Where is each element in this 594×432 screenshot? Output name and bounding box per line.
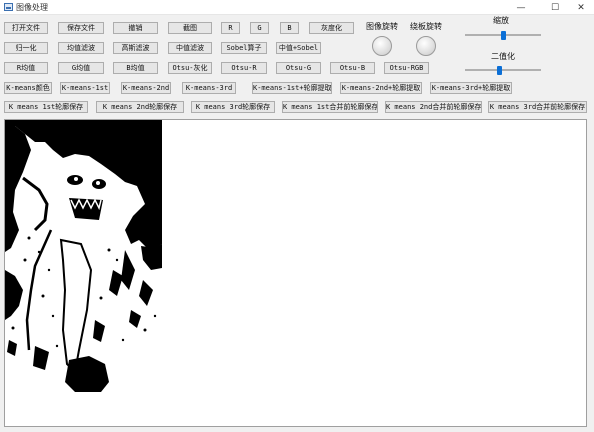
kmeans-color-button[interactable]: K-means颜色: [4, 82, 52, 94]
scale-slider-handle[interactable]: [501, 31, 506, 40]
kmeans-1st-contour-save-button[interactable]: K means 1st轮廓保存: [4, 101, 88, 113]
kmeans-1st-button[interactable]: K-means-1st: [60, 82, 110, 94]
rotate-canvas-dial[interactable]: [416, 36, 436, 56]
window-title: 图像处理: [16, 3, 48, 12]
undo-button[interactable]: 撤销: [113, 22, 158, 34]
kmeans-1st-contour-button[interactable]: K-means-1st+轮廓提取: [252, 82, 332, 94]
otsu-g-button[interactable]: Otsu-G: [276, 62, 321, 74]
otsu-gray-button[interactable]: Otsu-灰化: [168, 62, 212, 74]
median-filter-button[interactable]: 中值滤波: [168, 42, 212, 54]
b-mean-button[interactable]: B均值: [113, 62, 158, 74]
binarize-label: 二值化: [491, 52, 515, 61]
binarized-image: [5, 120, 162, 392]
kmeans-3rd-premerge-save-button[interactable]: K means 3rd合并前轮廓保存: [488, 101, 587, 113]
kmeans-3rd-contour-save-button[interactable]: K means 3rd轮廓保存: [191, 101, 275, 113]
kmeans-3rd-contour-button[interactable]: K-means-3rd+轮廓提取: [430, 82, 512, 94]
kmeans-2nd-contour-save-button[interactable]: K means 2nd轮廓保存: [96, 101, 184, 113]
kmeans-2nd-premerge-save-button[interactable]: K means 2nd合并前轮廓保存: [385, 101, 482, 113]
app-icon: [4, 3, 13, 11]
kmeans-3rd-button[interactable]: K-means-3rd: [182, 82, 236, 94]
minimize-icon[interactable]: —: [506, 0, 536, 15]
gaussian-filter-button[interactable]: 高斯滤波: [113, 42, 158, 54]
b-channel-button[interactable]: B: [280, 22, 299, 34]
open-file-button[interactable]: 打开文件: [4, 22, 48, 34]
otsu-b-button[interactable]: Otsu-B: [330, 62, 375, 74]
grayscale-button[interactable]: 灰度化: [309, 22, 354, 34]
save-file-button[interactable]: 保存文件: [58, 22, 104, 34]
sobel-button[interactable]: Sobel算子: [221, 42, 267, 54]
binarize-slider[interactable]: [465, 66, 541, 75]
normalize-button[interactable]: 归一化: [4, 42, 48, 54]
median-sobel-button[interactable]: 中值+Sobel: [276, 42, 321, 54]
rotate-image-dial[interactable]: [372, 36, 392, 56]
r-mean-button[interactable]: R均值: [4, 62, 48, 74]
mean-filter-button[interactable]: 均值滤波: [58, 42, 104, 54]
g-mean-button[interactable]: G均值: [58, 62, 104, 74]
rotate-image-label: 图像旋转: [366, 22, 398, 31]
otsu-r-button[interactable]: Otsu-R: [221, 62, 267, 74]
screenshot-button[interactable]: 截图: [168, 22, 212, 34]
kmeans-2nd-contour-button[interactable]: K-means-2nd+轮廓提取: [340, 82, 422, 94]
binarize-slider-handle[interactable]: [497, 66, 502, 75]
otsu-rgb-button[interactable]: Otsu-RGB: [384, 62, 429, 74]
scale-label: 缩放: [493, 16, 509, 25]
image-canvas[interactable]: [4, 119, 587, 427]
scale-slider[interactable]: [465, 31, 541, 40]
kmeans-2nd-button[interactable]: K-means-2nd: [121, 82, 171, 94]
r-channel-button[interactable]: R: [221, 22, 240, 34]
rotate-canvas-label: 绕板旋转: [410, 22, 442, 31]
g-channel-button[interactable]: G: [250, 22, 269, 34]
title-bar: 图像处理 — ☐ ✕: [0, 0, 594, 15]
close-icon[interactable]: ✕: [566, 0, 594, 15]
kmeans-1st-premerge-save-button[interactable]: K means 1st合并前轮廓保存: [282, 101, 378, 113]
